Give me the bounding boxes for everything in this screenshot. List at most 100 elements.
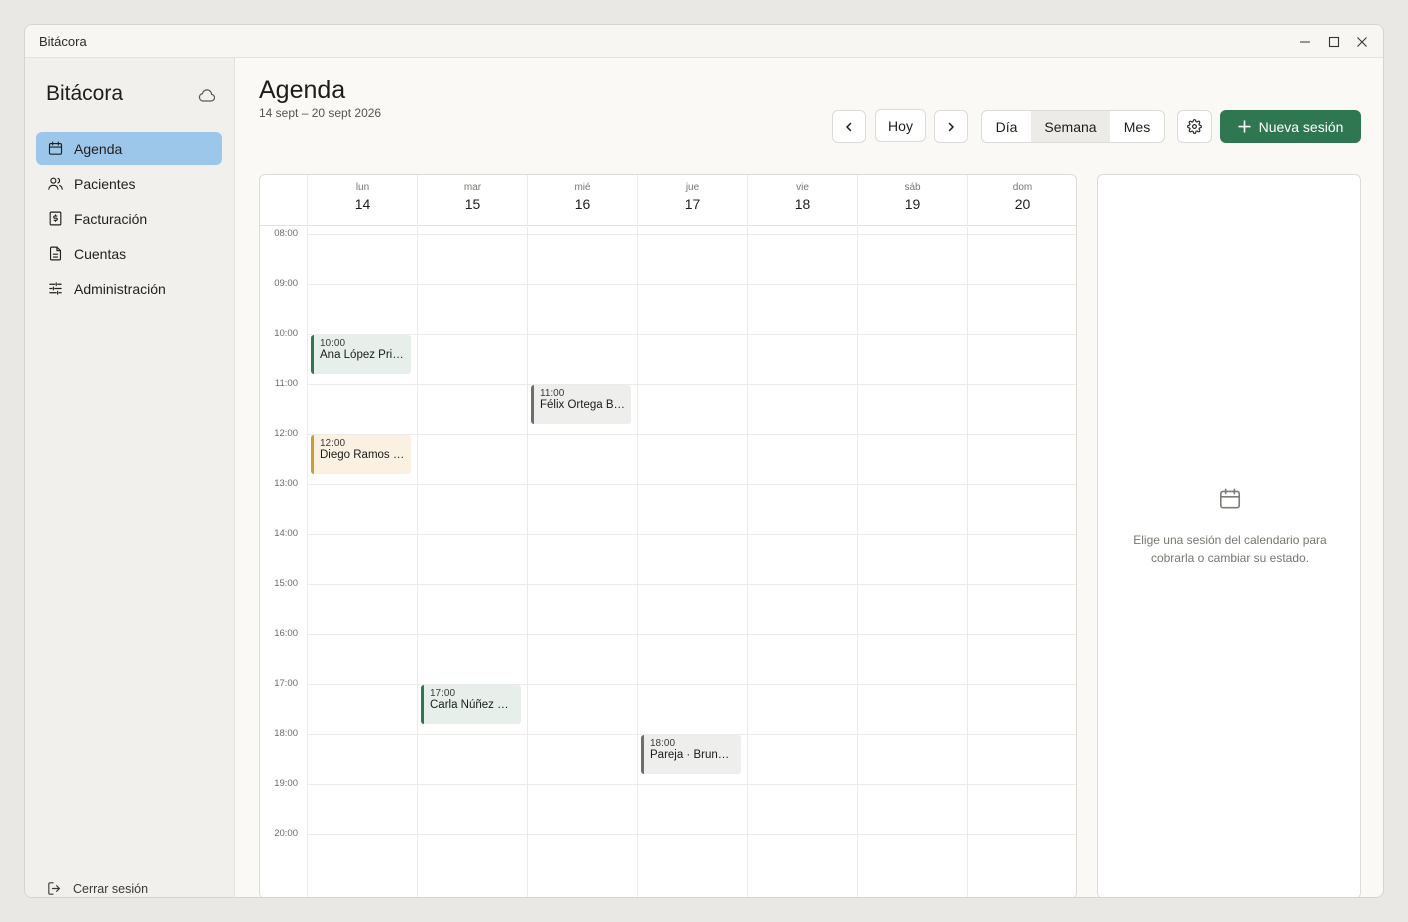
time-grid[interactable]: 08:00 09:00 10:00 11:00 12:00 13:00 14:00 15:00… xyxy=(260,227,1076,897)
hour-label: 18:00 xyxy=(274,728,298,739)
minimize-button[interactable] xyxy=(1293,30,1317,54)
session-event[interactable]: 17:00 Carla Núñez Soto xyxy=(421,685,521,724)
hour-label: 13:00 xyxy=(274,478,298,489)
title-bar: Bitácora xyxy=(25,25,1383,58)
sidebar: Bitácora Agenda Pacientes Facturación Cu… xyxy=(25,58,235,897)
day-date: 15 xyxy=(464,196,481,212)
day-name: jue xyxy=(685,182,700,193)
day-header-fri: vie 18 xyxy=(747,175,857,226)
hour-line xyxy=(307,784,1076,785)
next-week-button[interactable] xyxy=(934,110,968,143)
hour-line xyxy=(307,234,1076,235)
event-patient-name: Ana López Prieto xyxy=(320,349,409,361)
hour-line xyxy=(307,484,1076,485)
hour-label: 12:00 xyxy=(274,428,298,439)
event-time: 12:00 xyxy=(320,438,346,449)
close-button[interactable] xyxy=(1350,30,1374,54)
session-event[interactable]: 18:00Pareja · Bruno y Lía xyxy=(641,735,741,774)
sidebar-nav: Agenda Pacientes Facturación Cuentas Adm… xyxy=(36,132,222,307)
hour-label: 10:00 xyxy=(274,328,298,339)
day-date: 20 xyxy=(1014,196,1031,212)
maximize-icon xyxy=(1328,36,1340,48)
settings-button[interactable] xyxy=(1177,110,1212,143)
minimize-icon xyxy=(1300,41,1310,43)
hour-label: 08:00 xyxy=(274,228,298,239)
day-header-tue: mar 15 xyxy=(417,175,527,226)
view-week-tab[interactable]: Semana xyxy=(1031,111,1110,142)
day-header-sat: sáb 19 xyxy=(857,175,967,226)
day-name: lun xyxy=(355,182,370,193)
hour-line xyxy=(307,584,1076,585)
day-date: 17 xyxy=(684,196,701,212)
today-button[interactable]: Hoy xyxy=(875,109,926,142)
sidebar-item-agenda[interactable]: Agenda xyxy=(36,132,222,165)
event-patient-name: Diego Ramos Gil xyxy=(320,449,407,461)
gear-icon xyxy=(1187,119,1202,134)
maximize-button[interactable] xyxy=(1322,30,1346,54)
day-name: mar xyxy=(463,182,482,193)
hour-line xyxy=(307,334,1076,335)
view-month-tab[interactable]: Mes xyxy=(1110,111,1164,142)
sidebar-item-facturacion[interactable]: Facturación xyxy=(36,202,222,235)
day-date: 16 xyxy=(574,196,591,212)
day-date: 19 xyxy=(904,196,921,212)
users-icon xyxy=(48,177,63,190)
hour-label: 17:00 xyxy=(274,678,298,689)
hour-label: 16:00 xyxy=(274,628,298,639)
logout-button[interactable]: Cerrar sesión xyxy=(46,880,148,897)
sidebar-item-pacientes[interactable]: Pacientes xyxy=(36,167,222,200)
day-name: vie xyxy=(796,182,809,193)
session-event[interactable]: 12:00 Diego Ramos Gil xyxy=(311,435,411,474)
brand-title: Bitácora xyxy=(46,82,124,105)
session-event[interactable]: 10:00 Ana López Prieto xyxy=(311,335,411,374)
hour-line xyxy=(307,384,1076,385)
event-time: 10:00 xyxy=(320,338,346,349)
day-name: dom xyxy=(1012,182,1033,193)
hour-label: 11:00 xyxy=(274,378,298,389)
page-title: Agenda xyxy=(259,76,346,104)
hour-label: 14:00 xyxy=(274,528,298,539)
hour-line xyxy=(307,634,1076,635)
sliders-icon xyxy=(49,282,62,295)
chevron-left-icon xyxy=(846,122,852,131)
hour-label: 09:00 xyxy=(274,278,298,289)
grid-divider xyxy=(857,227,858,897)
session-event[interactable]: 11:00 Félix Ortega Bravo xyxy=(531,385,631,424)
main-content: Agenda 14 sept – 20 sept 2026 Hoy Día Se… xyxy=(235,58,1383,897)
view-day-tab[interactable]: Día xyxy=(982,111,1031,142)
sidebar-item-label: Agenda xyxy=(74,140,123,157)
sidebar-item-administracion[interactable]: Administración xyxy=(36,272,222,305)
grid-divider xyxy=(307,227,308,897)
app-window: Bitácora Bitácora Agenda Pacientes Factu… xyxy=(24,24,1384,898)
logout-label: Cerrar sesión xyxy=(73,881,149,896)
event-time: 18:00 xyxy=(650,738,676,749)
grid-divider xyxy=(417,227,418,897)
chevron-right-icon xyxy=(948,122,954,131)
calendar-header: lun 14 mar 15 mié 16 jue 17 vie 18 sáb 19 dom 2… xyxy=(260,175,1076,226)
cloud-icon xyxy=(198,89,216,102)
close-icon xyxy=(1357,37,1367,47)
day-header-mon: lun 14 xyxy=(307,175,417,226)
hour-label: 15:00 xyxy=(274,578,298,589)
hour-label: 19:00 xyxy=(274,778,298,789)
calendar-icon xyxy=(1219,488,1241,509)
grid-divider xyxy=(967,227,968,897)
hour-line xyxy=(307,284,1076,285)
week-calendar: lun 14 mar 15 mié 16 jue 17 vie 18 sáb 19 dom 2… xyxy=(259,174,1077,897)
hour-label: 20:00 xyxy=(274,828,298,839)
empty-state-message: Elige una sesión del calendario para cob… xyxy=(1133,533,1327,565)
sidebar-item-label: Facturación xyxy=(74,210,148,227)
day-header-sun: dom 20 xyxy=(967,175,1076,226)
sidebar-item-label: Cuentas xyxy=(74,245,127,262)
event-patient-name: Félix Ortega Bravo xyxy=(540,399,631,411)
day-date: 18 xyxy=(794,196,811,212)
sync-status-button[interactable] xyxy=(197,86,217,106)
sidebar-item-cuentas[interactable]: Cuentas xyxy=(36,237,222,270)
window-title: Bitácora xyxy=(39,34,87,49)
grid-divider xyxy=(527,227,528,897)
grid-divider xyxy=(747,227,748,897)
event-patient-name: Carla Núñez Soto xyxy=(430,699,521,711)
document-icon xyxy=(49,246,62,261)
new-session-button[interactable]: Nueva sesión xyxy=(1220,110,1361,143)
previous-week-button[interactable] xyxy=(832,110,866,143)
